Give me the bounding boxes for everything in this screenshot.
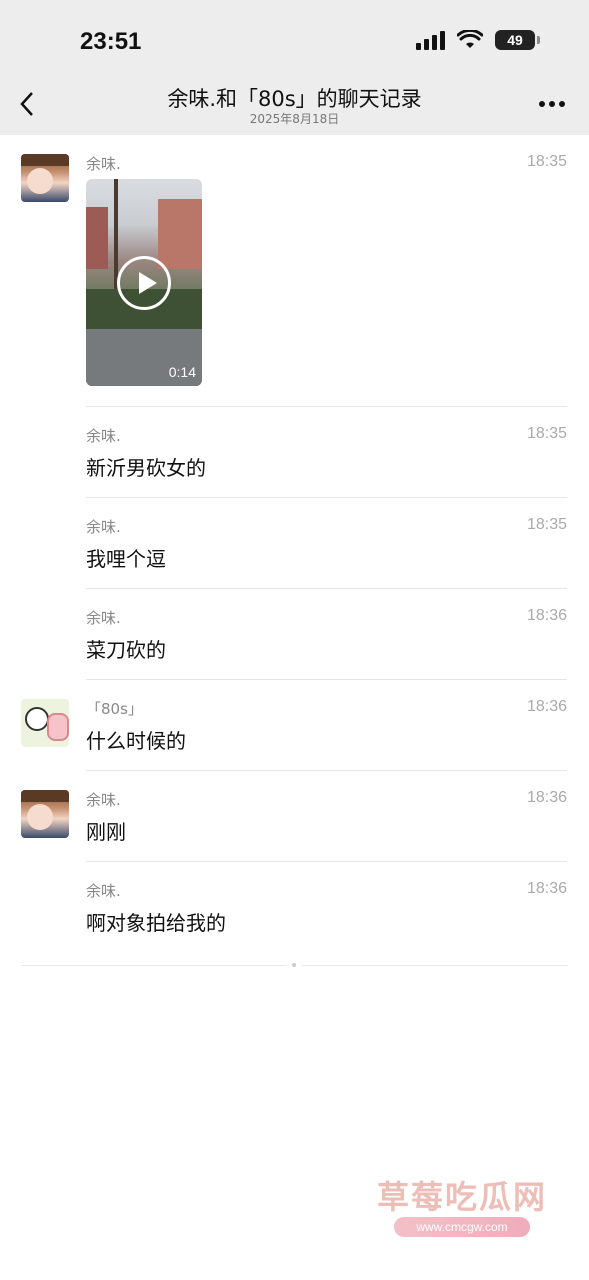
video-message[interactable]: 0:14 — [86, 179, 202, 386]
message-text[interactable]: 刚刚 — [86, 816, 126, 845]
divider — [86, 406, 567, 407]
message-text[interactable]: 什么时候的 — [86, 725, 186, 754]
more-dots-icon[interactable] — [539, 87, 565, 113]
message-time: 18:36 — [526, 698, 567, 715]
video-thumbnail-tree — [114, 179, 118, 289]
end-divider — [21, 965, 286, 966]
sender-name: 余味. — [86, 791, 121, 809]
status-icons: 49 — [416, 30, 540, 50]
divider — [86, 679, 567, 680]
divider — [86, 861, 567, 862]
signal-icon — [416, 30, 445, 50]
message-text[interactable]: 我哩个逗 — [86, 543, 166, 572]
sender-name: 「80s」 — [86, 700, 143, 718]
video-thumbnail-building — [86, 207, 108, 269]
sender-name: 余味. — [86, 882, 121, 900]
battery-icon: 49 — [495, 30, 540, 50]
sender-name: 余味. — [86, 609, 121, 627]
page-subtitle: 2025年8月18日 — [249, 112, 340, 126]
wifi-icon — [457, 30, 483, 48]
divider — [86, 770, 567, 771]
message-time: 18:35 — [526, 425, 567, 442]
avatar[interactable] — [21, 154, 69, 202]
divider — [86, 497, 567, 498]
sender-name: 余味. — [86, 155, 121, 173]
message-time: 18:36 — [526, 607, 567, 624]
message-text[interactable]: 新沂男砍女的 — [86, 452, 206, 481]
end-divider — [302, 965, 568, 966]
avatar[interactable] — [21, 790, 69, 838]
status-bar: 23:51 49 — [0, 0, 589, 75]
watermark: 草莓吃瓜网 — [376, 1178, 547, 1216]
message-text[interactable]: 啊对象拍给我的 — [86, 907, 226, 936]
video-duration: 0:14 — [168, 364, 196, 380]
message-text[interactable]: 菜刀砍的 — [86, 634, 166, 663]
page-title: 余味.和「80s」的聊天记录 — [167, 87, 422, 111]
status-time: 23:51 — [80, 28, 142, 55]
message-time: 18:36 — [526, 789, 567, 806]
watermark-url: www.cmcgw.com — [394, 1217, 530, 1237]
message-time: 18:35 — [526, 153, 567, 170]
divider — [86, 588, 567, 589]
message-time: 18:36 — [526, 880, 567, 897]
message-time: 18:35 — [526, 516, 567, 533]
play-icon[interactable] — [117, 256, 171, 310]
end-dot — [292, 963, 296, 967]
nav-bar: 余味.和「80s」的聊天记录 2025年8月18日 — [0, 75, 589, 135]
video-thumbnail-building — [158, 199, 202, 269]
sender-name: 余味. — [86, 518, 121, 536]
sender-name: 余味. — [86, 427, 121, 445]
avatar[interactable] — [21, 699, 69, 747]
